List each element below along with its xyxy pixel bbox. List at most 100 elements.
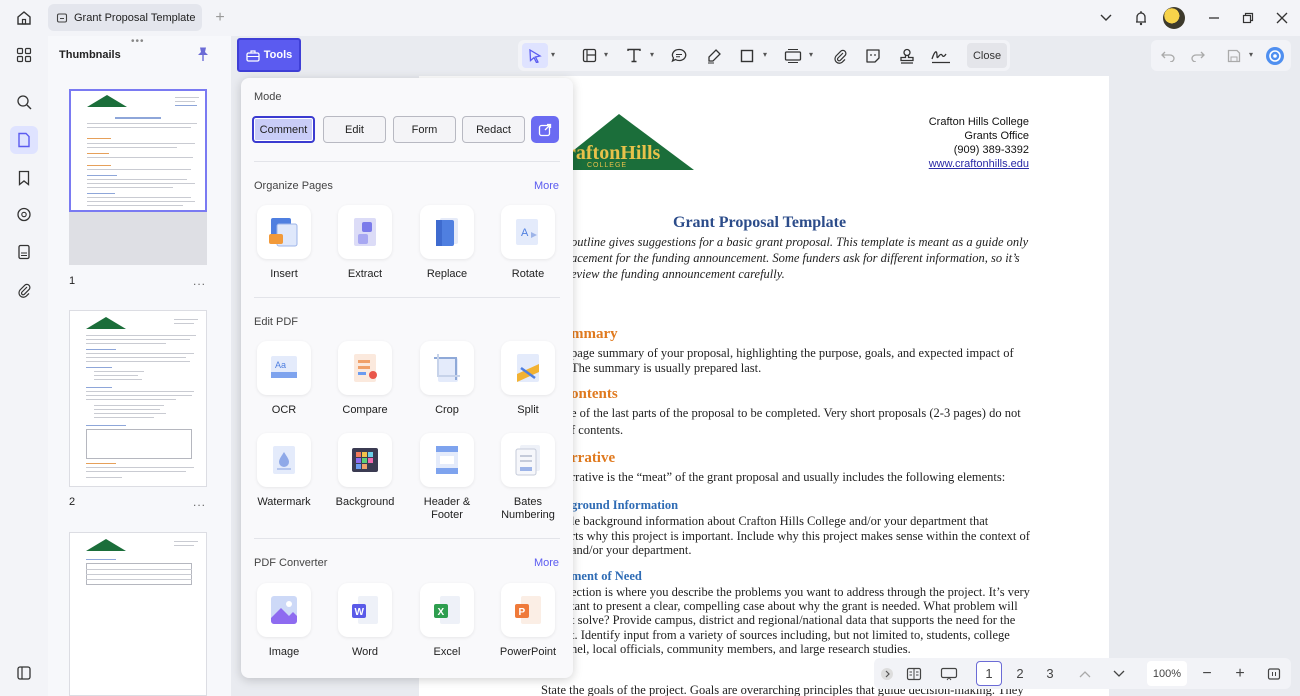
notifications-button[interactable] xyxy=(1124,0,1158,36)
body-line: le background information about Crafton … xyxy=(571,514,989,528)
attachments-button[interactable] xyxy=(10,276,38,304)
mode-edit-button[interactable]: Edit xyxy=(323,116,386,143)
thumbnails-button[interactable] xyxy=(10,126,38,154)
collapse-bar-button[interactable] xyxy=(878,661,896,686)
bookmarks-button[interactable] xyxy=(10,164,38,192)
pin-icon xyxy=(198,47,208,61)
signature-tool-button[interactable] xyxy=(928,43,954,68)
extract-tool[interactable]: Extract xyxy=(329,205,401,281)
convert-image-tool[interactable]: Image xyxy=(248,583,320,659)
attach-tool-button[interactable] xyxy=(827,43,853,68)
pin-button[interactable] xyxy=(196,46,210,65)
thumbnail-page-1[interactable] xyxy=(69,89,207,212)
subheading-need: ment of Need xyxy=(571,569,642,583)
thumbnail-page-2[interactable] xyxy=(69,310,207,487)
page-2-button[interactable]: 2 xyxy=(1007,661,1033,686)
previous-page-button[interactable] xyxy=(1074,661,1096,686)
minimize-icon xyxy=(1209,17,1219,19)
zoom-out-button[interactable]: − xyxy=(1196,661,1218,686)
thumbnail-more-button[interactable]: ... xyxy=(193,274,206,288)
page-3-button[interactable]: 3 xyxy=(1037,661,1063,686)
redo-icon xyxy=(1191,51,1205,62)
fit-page-icon xyxy=(1267,667,1281,680)
fit-page-button[interactable] xyxy=(1263,661,1285,686)
measure-dropdown-caret[interactable]: ▾ xyxy=(809,50,813,59)
convert-word-tool[interactable]: W Word xyxy=(329,583,401,659)
measure-tool-button[interactable] xyxy=(780,43,806,68)
maximize-button[interactable] xyxy=(1231,0,1265,36)
text-dropdown-caret[interactable]: ▾ xyxy=(650,50,654,59)
text-box-tool-button[interactable] xyxy=(576,43,602,68)
presentation-icon xyxy=(940,667,958,680)
drag-handle[interactable]: ••• xyxy=(131,36,145,47)
document-tab[interactable]: Grant Proposal Template xyxy=(48,4,202,31)
search-button[interactable] xyxy=(10,88,38,116)
reading-mode-button[interactable] xyxy=(901,661,927,686)
convert-powerpoint-tool[interactable]: P PowerPoint xyxy=(492,583,564,659)
website-link[interactable]: www.craftonhills.edu xyxy=(929,158,1029,170)
mode-form-button[interactable]: Form xyxy=(393,116,456,143)
tools-button[interactable]: Tools xyxy=(237,38,301,72)
mode-section-title: Mode xyxy=(254,91,282,103)
convert-excel-tool[interactable]: X Excel xyxy=(411,583,483,659)
thumbnail-more-button[interactable]: ... xyxy=(193,495,206,509)
minimize-button[interactable] xyxy=(1197,0,1231,36)
watermark-tool[interactable]: Watermark xyxy=(248,433,320,509)
toolbox-icon xyxy=(246,49,260,62)
logo-subtext: COLLEGE xyxy=(587,162,628,169)
sticker-tool-button[interactable] xyxy=(860,43,886,68)
stamp-tool-button[interactable] xyxy=(894,43,920,68)
thumbnail-page-3[interactable] xyxy=(69,532,207,696)
zoom-level-field[interactable]: 100% xyxy=(1147,661,1187,686)
select-dropdown-caret[interactable]: ▾ xyxy=(551,50,555,59)
undo-button[interactable] xyxy=(1155,43,1181,68)
page-1-button[interactable]: 1 xyxy=(976,661,1002,686)
new-tab-button[interactable]: + xyxy=(210,8,230,28)
split-tool[interactable]: Split xyxy=(492,341,564,417)
highlight-tool-button[interactable] xyxy=(701,43,727,68)
crop-tool[interactable]: Crop xyxy=(411,341,483,417)
dropdown-button[interactable] xyxy=(1089,0,1123,36)
presentation-button[interactable] xyxy=(934,661,964,686)
svg-text:P: P xyxy=(519,607,526,618)
open-external-button[interactable] xyxy=(531,116,559,143)
mode-comment-button[interactable]: Comment xyxy=(252,116,315,143)
select-tool-button[interactable] xyxy=(522,43,548,68)
comment-tool-button[interactable] xyxy=(666,43,692,68)
organize-more-link[interactable]: More xyxy=(534,180,559,192)
next-page-button[interactable] xyxy=(1108,661,1130,686)
bates-numbering-tool[interactable]: Bates Numbering xyxy=(492,433,564,522)
header-footer-tool[interactable]: Header & Footer xyxy=(411,433,483,522)
converter-more-link[interactable]: More xyxy=(534,557,559,569)
body-line: ection is where you describe the problem… xyxy=(571,585,1030,599)
ocr-tool[interactable]: Aa OCR xyxy=(248,341,320,417)
sidebar-toggle-button[interactable] xyxy=(10,659,38,687)
text-tool-button[interactable] xyxy=(621,43,647,68)
close-window-button[interactable] xyxy=(1265,0,1299,36)
user-avatar[interactable] xyxy=(1163,7,1185,29)
ai-assistant-button[interactable] xyxy=(1262,43,1288,68)
apps-button[interactable] xyxy=(10,41,38,69)
shape-dropdown-caret[interactable]: ▾ xyxy=(763,50,767,59)
document-title: Grant Proposal Template xyxy=(673,214,847,231)
save-button[interactable] xyxy=(1221,43,1247,68)
shape-tool-button[interactable] xyxy=(734,43,760,68)
replace-tool[interactable]: Replace xyxy=(411,205,483,281)
heading-narrative: rrative xyxy=(571,450,616,466)
redo-button[interactable] xyxy=(1185,43,1211,68)
layers-button[interactable] xyxy=(10,238,38,266)
rotate-tool[interactable]: A Rotate xyxy=(492,205,564,281)
home-button[interactable] xyxy=(0,0,48,36)
text-box-dropdown-caret[interactable]: ▾ xyxy=(604,50,608,59)
title-bar: Grant Proposal Template + xyxy=(0,0,1300,36)
intro-line: acement for the funding announcement. So… xyxy=(571,251,1020,265)
svg-text:A: A xyxy=(521,227,529,239)
compare-tool[interactable]: Compare xyxy=(329,341,401,417)
close-toolbar-button[interactable]: Close xyxy=(967,43,1007,68)
insert-tool[interactable]: Insert xyxy=(248,205,320,281)
zoom-in-button[interactable]: + xyxy=(1229,661,1251,686)
save-dropdown-caret[interactable]: ▾ xyxy=(1249,50,1253,59)
mode-redact-button[interactable]: Redact xyxy=(462,116,525,143)
background-tool[interactable]: Background xyxy=(329,433,401,509)
comments-button[interactable] xyxy=(10,201,38,229)
